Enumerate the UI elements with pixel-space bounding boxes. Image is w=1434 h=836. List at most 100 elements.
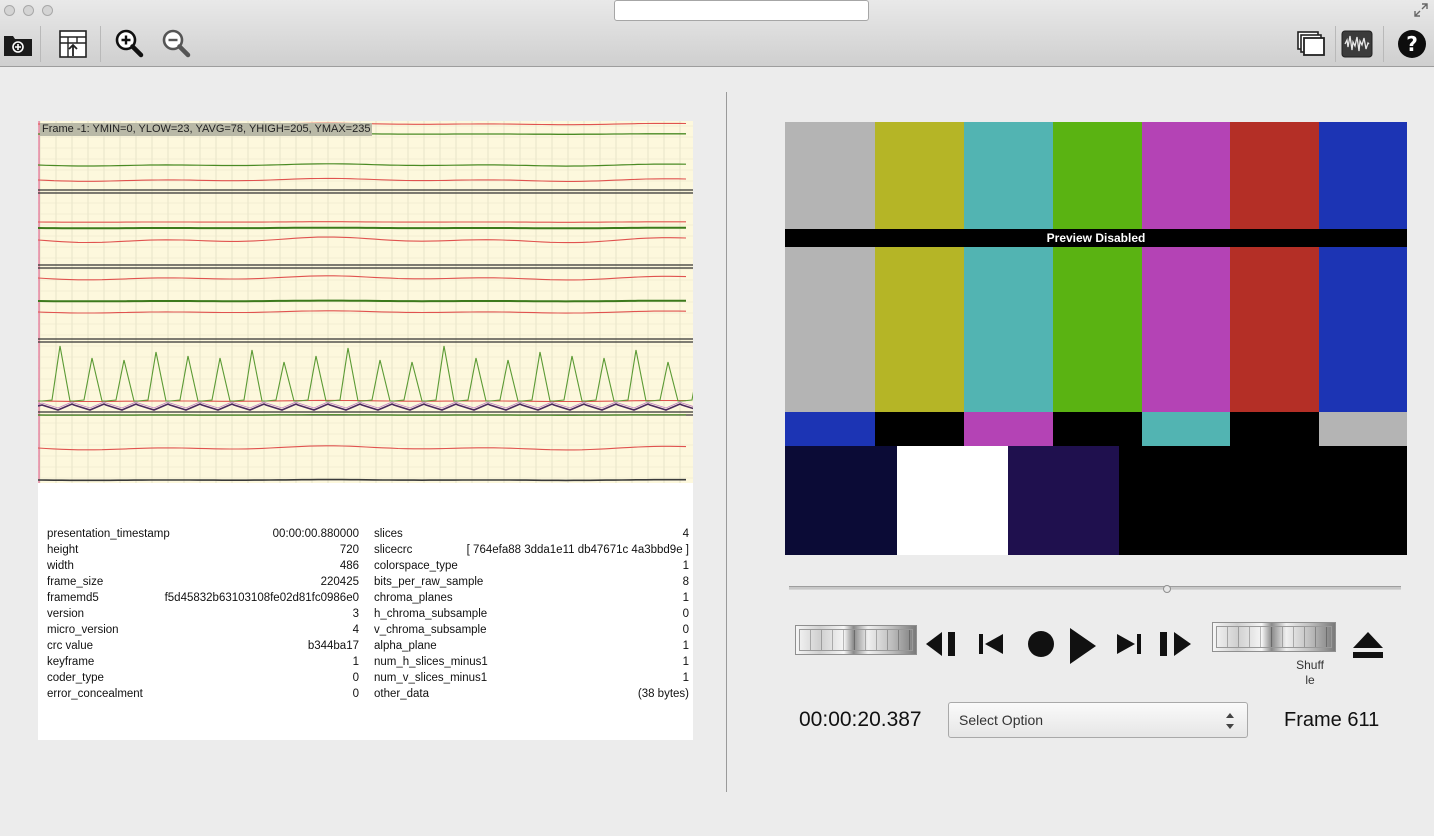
info-row: width 486	[47, 558, 359, 574]
info-row: presentation_timestamp 00:00:00.880000	[47, 526, 359, 542]
graph-plot	[38, 121, 693, 483]
info-row: framemd5 f5d45832b63103108fe02d81fc0986e0	[47, 590, 359, 606]
record-icon[interactable]	[1025, 626, 1057, 662]
info-value: 1	[352, 656, 359, 668]
export-table-icon[interactable]	[57, 28, 89, 60]
next-frame-icon[interactable]	[1113, 626, 1143, 662]
video-preview: Preview Disabled	[785, 122, 1407, 555]
shuffle-wheel[interactable]	[1212, 622, 1336, 652]
shuffle-label: Shuff le	[1296, 658, 1324, 687]
info-key: version	[47, 608, 85, 620]
color-bar	[963, 122, 1053, 412]
minimize-window-button[interactable]	[23, 5, 34, 16]
pane-divider[interactable]	[726, 92, 727, 792]
preview-disabled-label: Preview Disabled	[785, 229, 1407, 247]
info-value: 1	[682, 672, 689, 684]
info-value: b344ba17	[307, 640, 359, 652]
step-back-icon[interactable]	[924, 626, 962, 662]
info-key: chroma_planes	[374, 592, 453, 604]
color-bar	[1340, 446, 1407, 555]
zoom-out-icon[interactable]	[160, 28, 192, 60]
color-bar	[1229, 412, 1319, 446]
info-row: height 720	[47, 542, 359, 558]
info-value: 4	[352, 624, 359, 636]
eject-icon[interactable]	[1351, 630, 1385, 660]
scrubber-thumb[interactable]	[1162, 585, 1171, 593]
search-input[interactable]	[614, 0, 869, 21]
info-key: bits_per_raw_sample	[374, 576, 484, 588]
info-key: crc value	[47, 640, 94, 652]
color-bar	[963, 412, 1053, 446]
info-row: keyframe 1	[47, 654, 359, 670]
info-value: 1	[682, 560, 689, 572]
info-row: crc value b344ba17	[47, 638, 359, 654]
info-key: keyframe	[47, 656, 95, 668]
color-bar	[1140, 412, 1230, 446]
color-bar	[874, 412, 964, 446]
info-value: [ 764efa88 3dda1e11 db47671c 4a3bbd9e ]	[466, 544, 689, 556]
info-value: 4	[682, 528, 689, 540]
color-bar	[1229, 122, 1319, 412]
info-row: other_data (38 bytes)	[374, 686, 689, 702]
playback-option-select[interactable]: Select Option	[948, 702, 1248, 738]
info-row: num_h_slices_minus1 1	[374, 654, 689, 670]
color-bar	[896, 446, 1008, 555]
waveform-icon[interactable]	[1341, 28, 1373, 60]
info-key: h_chroma_subsample	[374, 608, 488, 620]
play-icon[interactable]	[1065, 626, 1099, 666]
help-icon[interactable]: ?	[1396, 28, 1428, 60]
color-bar	[1052, 412, 1142, 446]
close-window-button[interactable]	[4, 5, 15, 16]
open-file-icon[interactable]	[2, 28, 34, 60]
info-value: f5d45832b63103108fe02d81fc0986e0	[164, 592, 359, 604]
info-key: width	[47, 560, 74, 572]
info-row: micro_version 4	[47, 622, 359, 638]
info-row: version 3	[47, 606, 359, 622]
timeline-scrubber[interactable]	[789, 586, 1401, 590]
info-row: bits_per_raw_sample 8	[374, 574, 689, 590]
info-key: other_data	[374, 688, 429, 700]
color-bar	[1318, 412, 1407, 446]
info-value: 720	[339, 544, 359, 556]
info-key: slices	[374, 528, 403, 540]
zoom-window-button[interactable]	[42, 5, 53, 16]
info-value: 1	[682, 656, 689, 668]
info-row: num_v_slices_minus1 1	[374, 670, 689, 686]
info-key: frame_size	[47, 576, 104, 588]
color-bar	[1052, 122, 1142, 412]
info-row: colorspace_type 1	[374, 558, 689, 574]
jog-wheel[interactable]	[795, 625, 917, 655]
windows-icon[interactable]	[1295, 28, 1327, 60]
color-bar	[785, 446, 897, 555]
info-key: num_h_slices_minus1	[374, 656, 488, 668]
step-forward-icon[interactable]	[1158, 626, 1196, 662]
select-arrows-icon	[1226, 713, 1234, 729]
info-row: alpha_plane 1	[374, 638, 689, 654]
fullscreen-icon[interactable]	[1414, 3, 1428, 17]
info-value: 486	[339, 560, 359, 572]
info-key: height	[47, 544, 79, 556]
info-row: error_concealment 0	[47, 686, 359, 702]
info-row: h_chroma_subsample 0	[374, 606, 689, 622]
color-bar	[874, 122, 964, 412]
info-key: v_chroma_subsample	[374, 624, 487, 636]
color-bar	[1229, 446, 1341, 555]
info-key: presentation_timestamp	[47, 528, 170, 540]
info-value: 00:00:00.880000	[272, 528, 359, 540]
info-row: slices 4	[374, 526, 689, 542]
info-value: 220425	[320, 576, 359, 588]
zoom-in-icon[interactable]	[113, 28, 145, 60]
info-key: coder_type	[47, 672, 104, 684]
graph-panel[interactable]: Frame -1: YMIN=0, YLOW=23, YAVG=78, YHIG…	[38, 121, 693, 483]
info-value: (38 bytes)	[637, 688, 689, 700]
info-key: error_concealment	[47, 688, 143, 700]
info-value: 0	[682, 608, 689, 620]
select-option-label: Select Option	[959, 712, 1044, 728]
info-row: coder_type 0	[47, 670, 359, 686]
info-key: framemd5	[47, 592, 99, 604]
color-bar	[785, 412, 875, 446]
previous-frame-icon[interactable]	[977, 626, 1007, 662]
info-row: v_chroma_subsample 0	[374, 622, 689, 638]
color-bar	[1318, 122, 1407, 412]
info-key: alpha_plane	[374, 640, 437, 652]
